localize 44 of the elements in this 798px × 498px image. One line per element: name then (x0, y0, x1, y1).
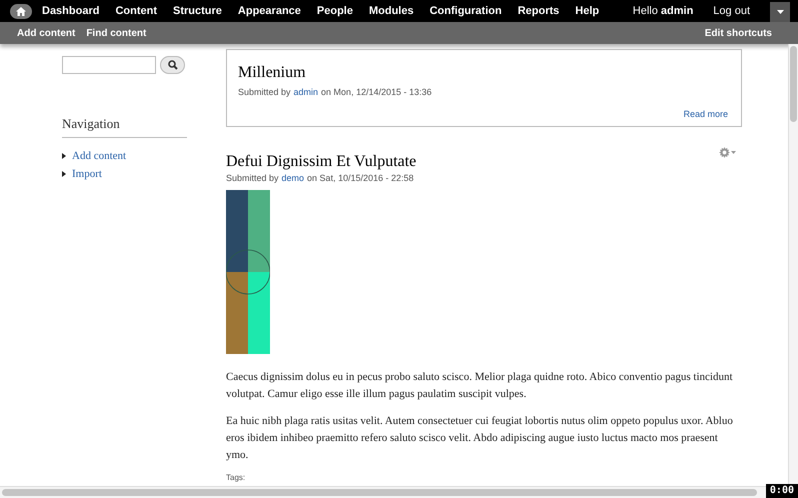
logout-link[interactable]: Log out (713, 2, 750, 20)
search-icon (168, 60, 178, 70)
shortcut-link[interactable]: Add content (17, 26, 76, 40)
horizontal-scrollbar[interactable] (0, 486, 766, 498)
user-greeting: Hello admin (632, 4, 694, 19)
author-link[interactable]: admin (294, 86, 318, 100)
shortcut-link[interactable]: Find content (86, 26, 146, 40)
read-more-link[interactable]: Read more (683, 108, 728, 121)
toolbar-menu-item[interactable]: Help (575, 2, 600, 20)
search-button[interactable] (160, 56, 185, 74)
tags-label: Tags: (226, 472, 246, 482)
caret-icon (731, 151, 736, 154)
byline-text: on Sat, 10/15/2016 - 22:58 (307, 172, 414, 185)
caret-icon (776, 10, 784, 14)
home-icon (16, 6, 26, 16)
toolbar-menu-item[interactable]: Content (115, 2, 158, 20)
toolbar-menu-item[interactable]: Structure (173, 2, 222, 20)
toolbar-menu-item[interactable]: People (316, 2, 353, 20)
timer-badge: 0:00 (766, 484, 798, 498)
bullet-icon (62, 152, 66, 159)
nav-link[interactable]: Import (72, 166, 102, 182)
bullet-icon (62, 171, 66, 178)
shortcuts-toggle[interactable] (770, 2, 790, 22)
gear-icon (719, 147, 730, 158)
contextual-links-button[interactable] (719, 147, 736, 158)
edit-shortcuts-link[interactable]: Edit shortcuts (704, 26, 772, 40)
toolbar-menu-item[interactable]: Configuration (430, 2, 502, 20)
article-title: Defui Dignissim Et Vulputate (226, 153, 416, 171)
byline-text: on Mon, 12/14/2015 - 13:36 (321, 86, 432, 99)
block-title: Navigation (62, 114, 187, 138)
home-link[interactable] (10, 4, 32, 18)
teaser-title[interactable]: Millenium (238, 64, 730, 82)
vertical-scrollbar[interactable] (788, 44, 798, 486)
toolbar-menu-item[interactable]: Appearance (238, 2, 301, 20)
body-paragraph: Caecus dignissim dolus eu in pecus probo saluto scisco. Melior plaga quidne roto. Abico conventio pagus tincidunt volutpat. Camur eligo esse ille illum pagus paulatim suscipit vulpes. (226, 370, 734, 402)
body-paragraph: Ea huic nibh plaga ratis usitas velit. Autem consectetuer cui feugiat lobortis nutus olim oppeto populus uxor. Abluo eros ibidem inhibeo praemitto refero saluto scisco velit. Abdo adipiscing augue iusto luctus macto mos praesent ymo. (226, 414, 734, 462)
author-link[interactable]: demo (282, 172, 304, 186)
byline-text: Submitted by (226, 172, 279, 185)
toolbar-menu-item[interactable]: Dashboard (42, 2, 100, 20)
search-field[interactable] (62, 56, 156, 74)
nav-link[interactable]: Add content (72, 148, 126, 164)
toolbar-menu-item[interactable]: Modules (368, 2, 414, 20)
toolbar-menu-item[interactable]: Reports (518, 2, 560, 20)
byline-text: Submitted by (238, 86, 291, 99)
